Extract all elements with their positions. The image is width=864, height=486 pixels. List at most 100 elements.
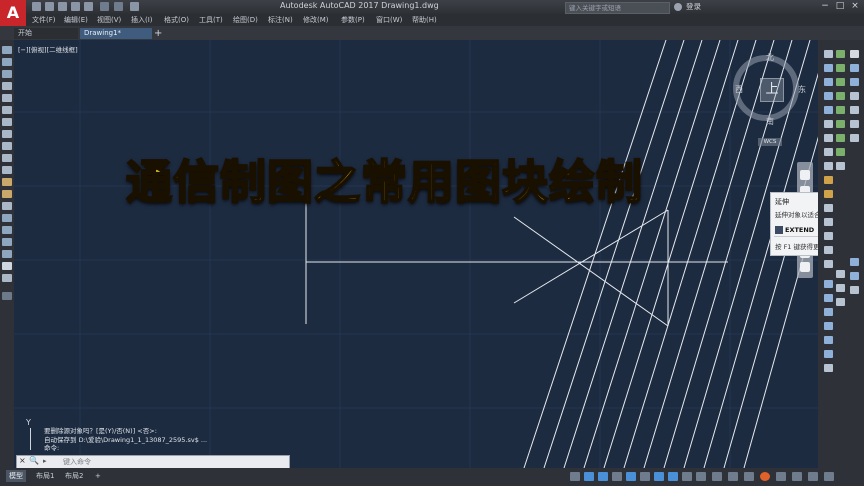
snap-perpendicular-icon[interactable]: [836, 134, 845, 142]
region-tool-icon[interactable]: [2, 238, 12, 246]
polar-tracking-icon[interactable]: [626, 472, 636, 481]
close-button[interactable]: ×: [848, 1, 862, 12]
drawing-canvas[interactable]: [−][俯视][二维线框]: [14, 40, 818, 468]
menu-tools[interactable]: 工具(T): [199, 15, 223, 25]
new-tab-button[interactable]: +: [150, 28, 164, 39]
dimension-linear-icon[interactable]: [824, 280, 833, 288]
explode-tool-icon[interactable]: [824, 260, 833, 268]
snap-nearest-icon[interactable]: [836, 148, 845, 156]
inquiry-list-icon[interactable]: [836, 298, 845, 306]
tab-model[interactable]: 模型: [6, 470, 26, 482]
menu-modify[interactable]: 修改(M): [303, 15, 329, 25]
offset-tool-icon[interactable]: [824, 92, 833, 100]
autocad-logo-button[interactable]: A: [0, 0, 26, 26]
erase-tool-icon[interactable]: [824, 50, 833, 58]
snap-mode-icon[interactable]: [598, 472, 608, 481]
rectangle-tool-icon[interactable]: [2, 94, 12, 102]
ellipse-arc-tool-icon[interactable]: [2, 166, 12, 174]
tab-layout1[interactable]: 布局1: [33, 470, 57, 482]
insert-block-tool-icon[interactable]: [2, 178, 12, 186]
isolate-objects-icon[interactable]: [776, 472, 786, 481]
menu-file[interactable]: 文件(F): [32, 15, 56, 25]
lineweight-icon[interactable]: [682, 472, 692, 481]
array-tool-icon[interactable]: [824, 106, 833, 114]
customize-quick-access-icon[interactable]: [130, 2, 139, 11]
tab-start[interactable]: 开始: [14, 28, 78, 39]
menu-draw[interactable]: 绘图(D): [233, 15, 258, 25]
workspace-switch-icon[interactable]: [728, 472, 738, 481]
menu-view[interactable]: 视图(V): [97, 15, 121, 25]
object-snap-tracking-icon[interactable]: [654, 472, 664, 481]
table-tool-icon[interactable]: [2, 250, 12, 258]
menu-window[interactable]: 窗口(W): [376, 15, 402, 25]
join-tool-icon[interactable]: [824, 218, 833, 226]
customization-menu-icon[interactable]: [824, 472, 834, 481]
isodraft-icon[interactable]: [640, 472, 650, 481]
dimension-radius-icon[interactable]: [824, 308, 833, 316]
viewport-controls-label[interactable]: [−][俯视][二维线框]: [18, 44, 78, 54]
command-search-icon[interactable]: 🔍: [29, 456, 39, 465]
move-tool-icon[interactable]: [824, 120, 833, 128]
break-tool-icon[interactable]: [824, 204, 833, 212]
wcs-menu-button[interactable]: WCS: [758, 138, 782, 146]
extend-tool-icon[interactable]: [824, 190, 833, 198]
snap-tangent-icon[interactable]: [836, 120, 845, 128]
object-snap-icon[interactable]: [668, 472, 678, 481]
recent-commands-icon[interactable]: ▸: [43, 457, 47, 465]
login-button[interactable]: 登录: [686, 1, 701, 12]
construction-line-tool-icon[interactable]: [2, 58, 12, 66]
menu-help[interactable]: 帮助(H): [412, 15, 437, 25]
match-properties-icon[interactable]: [850, 78, 859, 86]
undo-icon[interactable]: [100, 2, 109, 11]
inquiry-distance-icon[interactable]: [836, 270, 845, 278]
line-tool-icon[interactable]: [2, 46, 12, 54]
menu-format[interactable]: 格式(O): [164, 15, 189, 25]
copy-tool-icon[interactable]: [824, 64, 833, 72]
save-as-icon[interactable]: [71, 2, 80, 11]
polygon-tool-icon[interactable]: [2, 82, 12, 90]
markup-icon[interactable]: [850, 272, 859, 280]
snap-none-icon[interactable]: [836, 162, 845, 170]
xref-icon[interactable]: [850, 286, 859, 294]
fillet-tool-icon[interactable]: [824, 246, 833, 254]
model-space-icon[interactable]: [570, 472, 580, 481]
revcloud-tool-icon[interactable]: [2, 130, 12, 138]
sheet-set-icon[interactable]: [850, 134, 859, 142]
steering-wheel-icon[interactable]: [800, 170, 810, 180]
compass-east-label[interactable]: 东: [798, 84, 806, 95]
trim-tool-icon[interactable]: [824, 176, 833, 184]
navbar-customize-icon[interactable]: [800, 262, 810, 272]
menu-insert[interactable]: 插入(I): [131, 15, 153, 25]
help-search-input[interactable]: 键入关键字或短语: [565, 2, 670, 14]
dimension-angular-icon[interactable]: [824, 322, 833, 330]
print-icon[interactable]: [84, 2, 93, 11]
maximize-button[interactable]: □: [833, 1, 847, 12]
dimension-continue-icon[interactable]: [824, 350, 833, 358]
left-toolbar-more-icon[interactable]: [2, 292, 12, 300]
save-icon[interactable]: [58, 2, 67, 11]
snap-quadrant-icon[interactable]: [836, 106, 845, 114]
point-tool-icon[interactable]: [2, 202, 12, 210]
menu-parametric[interactable]: 参数(P): [341, 15, 365, 25]
circle-tool-icon[interactable]: [2, 118, 12, 126]
snap-intersection-icon[interactable]: [836, 78, 845, 86]
dimension-baseline-icon[interactable]: [824, 336, 833, 344]
inquiry-area-icon[interactable]: [836, 284, 845, 292]
command-line[interactable]: × 🔍 ▸ 键入命令: [16, 455, 290, 469]
command-input[interactable]: 键入命令: [63, 457, 91, 467]
compass-south-label[interactable]: 南: [766, 116, 774, 127]
close-command-line-icon[interactable]: ×: [19, 456, 26, 465]
snap-midpoint-icon[interactable]: [836, 64, 845, 72]
clean-screen-icon[interactable]: [808, 472, 818, 481]
compass-north-label[interactable]: 北: [766, 52, 774, 63]
new-file-icon[interactable]: [32, 2, 41, 11]
arc-tool-icon[interactable]: [2, 106, 12, 114]
hatch-tool-icon[interactable]: [2, 214, 12, 222]
multiline-text-tool-icon[interactable]: [2, 262, 12, 270]
compass-west-label[interactable]: 西: [735, 84, 743, 95]
viewcube-top-face[interactable]: 上: [760, 78, 784, 102]
dimension-aligned-icon[interactable]: [824, 294, 833, 302]
menu-dimension[interactable]: 标注(N): [268, 15, 293, 25]
scale-tool-icon[interactable]: [824, 148, 833, 156]
transparency-icon[interactable]: [696, 472, 706, 481]
